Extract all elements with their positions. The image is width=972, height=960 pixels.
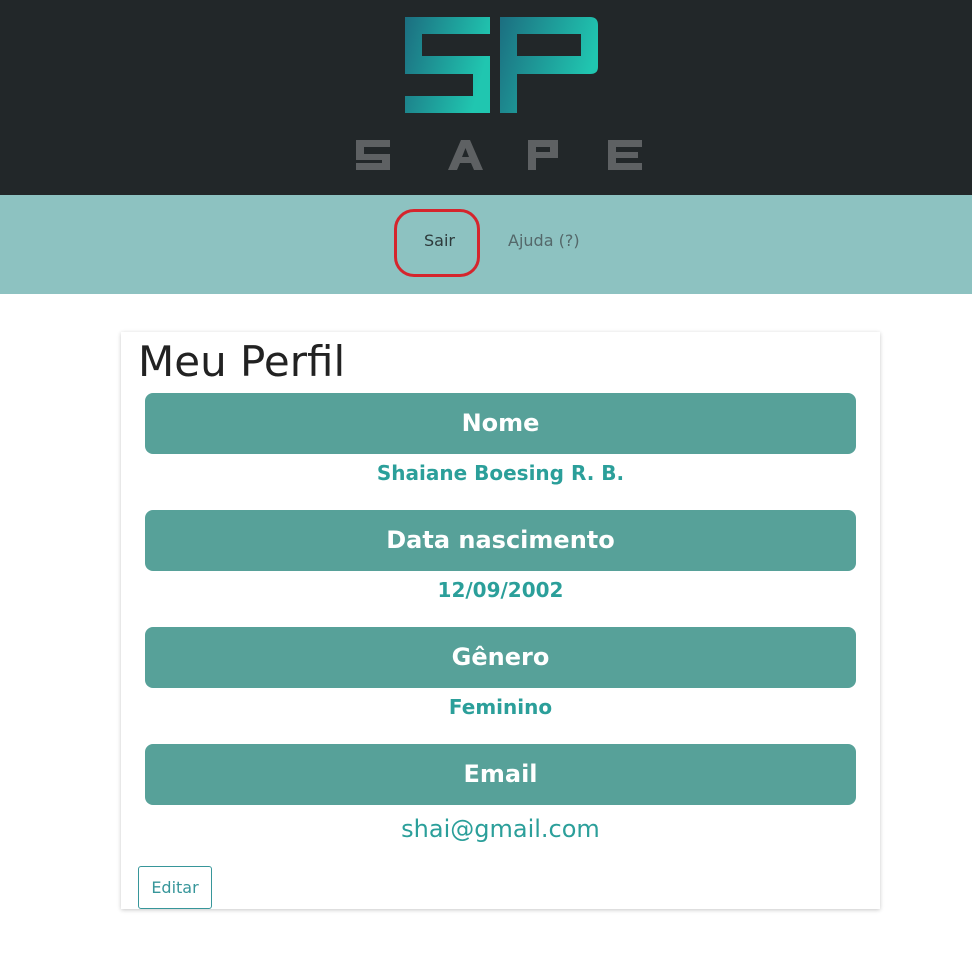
nav-logout-link[interactable]: Sair	[424, 231, 455, 250]
sape-logo	[356, 17, 642, 170]
edit-button[interactable]: Editar	[138, 866, 212, 909]
site-header	[0, 0, 972, 195]
field-value-email: shai@gmail.com	[401, 815, 600, 843]
field-header-data-nascimento: Data nascimento	[145, 510, 856, 571]
field-header-genero: Gênero	[145, 627, 856, 688]
main-nav: Sair Ajuda (?)	[0, 195, 972, 294]
nav-help-link[interactable]: Ajuda (?)	[508, 231, 580, 250]
profile-card: Meu Perfil Nome Shaiane Boesing R. B. Da…	[121, 332, 880, 909]
field-value-nome: Shaiane Boesing R. B.	[376, 461, 625, 485]
field-header-nome: Nome	[145, 393, 856, 454]
field-value-genero: Feminino	[448, 695, 553, 719]
field-value-data-nascimento: 12/09/2002	[437, 578, 564, 602]
field-header-email: Email	[145, 744, 856, 805]
page-title: Meu Perfil	[138, 337, 346, 386]
